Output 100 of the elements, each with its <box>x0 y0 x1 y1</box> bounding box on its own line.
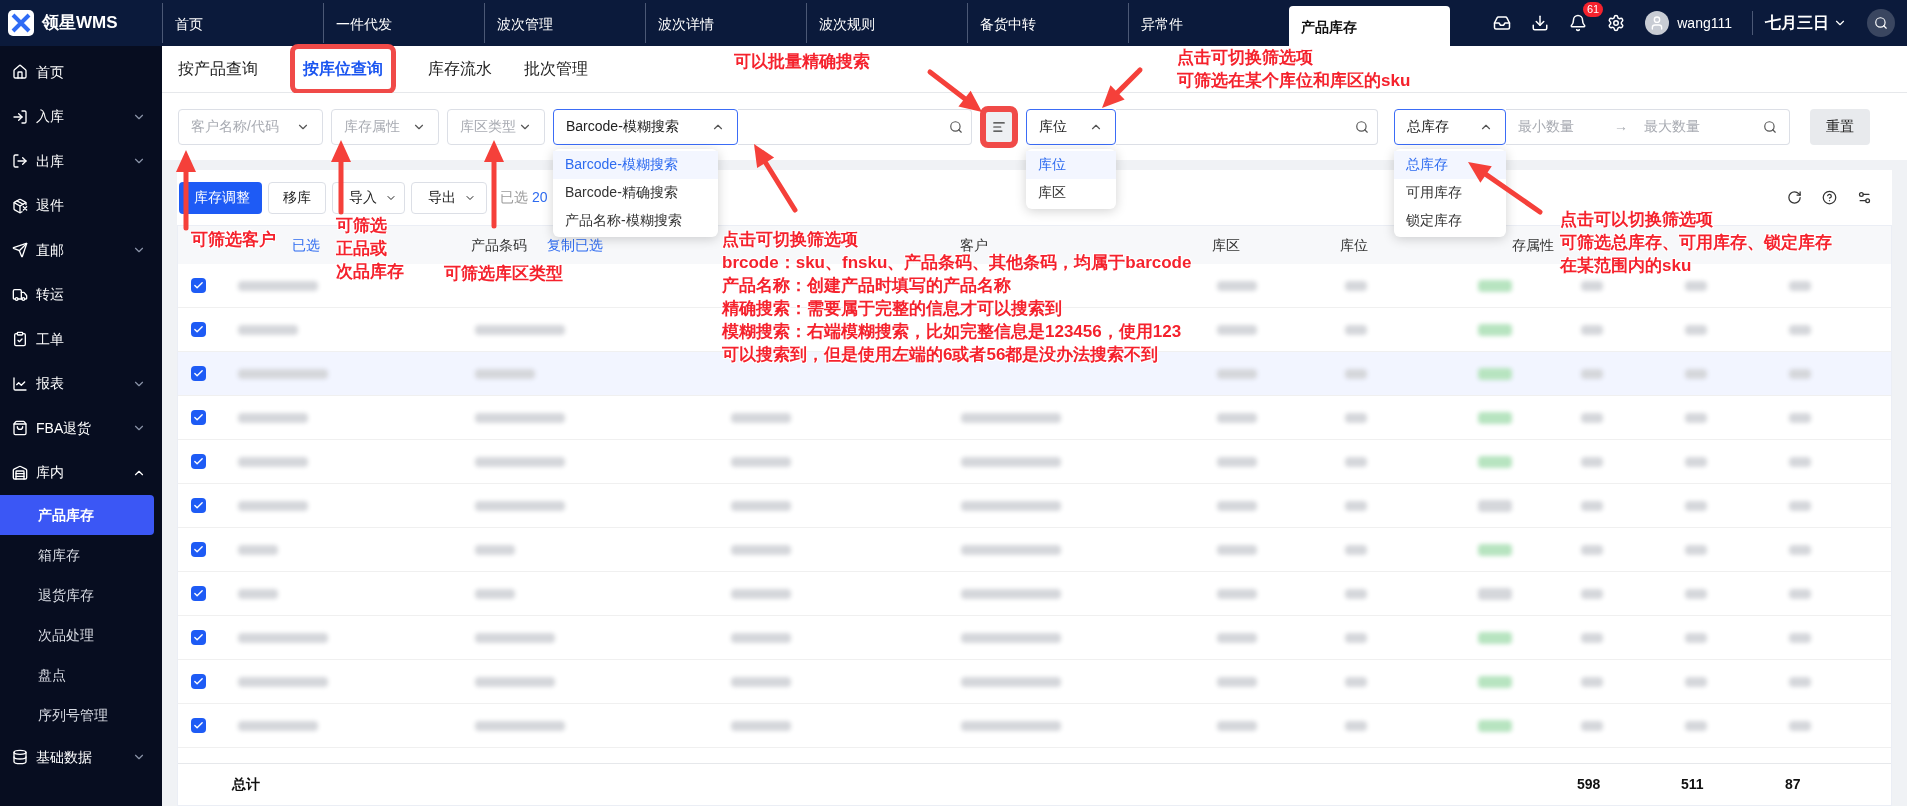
toolbar-button[interactable]: 库存调整 <box>179 181 262 214</box>
select-field[interactable]: 总库存 <box>1394 108 1506 145</box>
nav-tab[interactable]: 波次规则 <box>806 3 967 43</box>
search-button[interactable] <box>1867 9 1895 37</box>
sub-tab[interactable]: 按产品查询 <box>178 57 258 81</box>
dropdown-option[interactable]: Barcode-精确搜索 <box>553 178 718 207</box>
sidebar-subitem[interactable]: 产品库存 <box>0 495 154 535</box>
toolbar-button[interactable]: 导出 <box>411 181 487 214</box>
blurred-text <box>1789 588 1811 599</box>
dropdown-option[interactable]: 总库存 <box>1394 150 1506 179</box>
annotation-arrow <box>1102 67 1143 108</box>
row-checkbox[interactable] <box>190 366 206 381</box>
sidebar-item[interactable]: 首页 <box>0 50 162 95</box>
sidebar-item[interactable]: 直邮 <box>0 228 162 273</box>
header-link[interactable]: 已选 <box>292 236 320 253</box>
dropdown-option[interactable]: 库位 <box>1026 150 1116 179</box>
settings-icon[interactable] <box>1857 190 1872 205</box>
sidebar-subitem[interactable]: 退货库存 <box>0 575 162 615</box>
sidebar-item[interactable]: 报表 <box>0 361 162 406</box>
check-icon <box>192 500 204 511</box>
row-checkbox[interactable] <box>190 630 206 645</box>
menu-icon <box>12 153 28 170</box>
row-checkbox[interactable] <box>190 278 206 293</box>
check-icon <box>192 588 204 599</box>
blurred-text <box>731 544 791 555</box>
dropdown-option[interactable]: 可用库存 <box>1394 178 1506 207</box>
blurred-text <box>731 632 791 643</box>
select-field[interactable]: 库位 <box>1026 108 1116 145</box>
row-checkbox[interactable] <box>190 674 206 689</box>
toolbar-button[interactable]: 移库 <box>268 181 326 214</box>
settings-icon[interactable] <box>1607 14 1626 32</box>
dropdown-option[interactable]: Barcode-模糊搜索 <box>553 150 718 179</box>
notification-badge: 61 <box>1583 2 1604 17</box>
sub-tab[interactable]: 批次管理 <box>524 57 588 81</box>
blurred-text <box>1345 676 1367 687</box>
blurred-text <box>1581 456 1603 467</box>
annotation-text: 可筛选客户 <box>191 229 276 251</box>
sidebar-item[interactable]: 转运 <box>0 272 162 317</box>
search-icon <box>1355 119 1369 134</box>
inbox-icon[interactable] <box>1493 14 1512 32</box>
blurred-text <box>1581 368 1603 379</box>
sub-tab[interactable]: 库存流水 <box>428 57 492 81</box>
blurred-text <box>1217 720 1257 731</box>
dropdown-option[interactable]: 库区 <box>1026 178 1116 207</box>
reset-button[interactable]: 重置 <box>1810 108 1870 145</box>
nav-tab[interactable]: 备货中转 <box>967 3 1128 43</box>
sidebar-subitem[interactable]: 次品处理 <box>0 615 162 655</box>
nav-tab[interactable]: 一件代发 <box>323 3 484 43</box>
total-value: 87 <box>1785 776 1801 792</box>
sidebar-subitem[interactable]: 盘点 <box>0 655 162 695</box>
blurred-text <box>1581 544 1603 555</box>
select-field[interactable]: Barcode-模糊搜索 <box>553 108 738 145</box>
sidebar-subitem[interactable]: 序列号管理 <box>0 695 162 735</box>
row-checkbox[interactable] <box>190 454 206 469</box>
help-icon[interactable] <box>1822 190 1837 205</box>
nav-tab[interactable]: 波次管理 <box>484 3 645 43</box>
sidebar-item[interactable]: 出库 <box>0 139 162 184</box>
nav-tab[interactable]: 波次详情 <box>645 3 806 43</box>
search-icon <box>1763 119 1777 134</box>
blurred-text <box>1685 676 1707 687</box>
sidebar-item[interactable]: 库内 <box>0 450 162 495</box>
avatar[interactable] <box>1645 11 1670 35</box>
date-dropdown[interactable]: 七月三日 <box>1752 11 1847 35</box>
blurred-text <box>731 588 791 599</box>
blurred-text <box>731 456 791 467</box>
sidebar-item[interactable]: FBA退货 <box>0 406 162 451</box>
toolbar-button[interactable]: 导入 <box>332 181 405 214</box>
blurred-text <box>238 544 278 555</box>
sidebar-subitem[interactable]: 箱库存 <box>0 535 162 575</box>
blurred-text <box>731 412 791 423</box>
row-checkbox[interactable] <box>190 542 206 557</box>
annotation-arrow <box>927 69 982 112</box>
download-icon[interactable] <box>1531 14 1550 32</box>
notification-icon[interactable] <box>1569 14 1588 32</box>
row-checkbox[interactable] <box>190 498 206 513</box>
sidebar-item[interactable]: 基础数据 <box>0 735 162 780</box>
column-header: 产品条码 <box>471 236 527 253</box>
annotation-text: 正品或 <box>336 238 387 260</box>
nav-tab[interactable]: 产品库存 <box>1289 6 1450 46</box>
search-field[interactable] <box>738 108 972 145</box>
batch-search-button[interactable] <box>980 105 1018 148</box>
blurred-text <box>1789 280 1811 291</box>
blurred-text <box>1217 500 1257 511</box>
sidebar-item[interactable]: 工单 <box>0 317 162 362</box>
row-checkbox[interactable] <box>190 410 206 425</box>
user-name[interactable]: wang111 <box>1677 12 1732 34</box>
header-link[interactable]: 复制已选 <box>547 236 603 253</box>
nav-tab[interactable]: 首页 <box>162 3 323 43</box>
dropdown-option[interactable]: 产品名称-模糊搜索 <box>553 206 718 235</box>
sidebar-item[interactable]: 入库 <box>0 94 162 139</box>
annotation-text: 精确搜索：需要属于完整的信息才可以搜索到 <box>722 298 1062 320</box>
sidebar-item[interactable]: 退件 <box>0 183 162 228</box>
dropdown-option[interactable]: 锁定库存 <box>1394 206 1506 235</box>
refresh-icon[interactable] <box>1787 190 1802 205</box>
row-checkbox[interactable] <box>190 586 206 601</box>
row-checkbox[interactable] <box>190 322 206 337</box>
check-icon <box>192 368 204 379</box>
row-checkbox[interactable] <box>190 718 206 733</box>
search-field[interactable] <box>1116 108 1378 145</box>
blurred-text <box>1789 324 1811 335</box>
